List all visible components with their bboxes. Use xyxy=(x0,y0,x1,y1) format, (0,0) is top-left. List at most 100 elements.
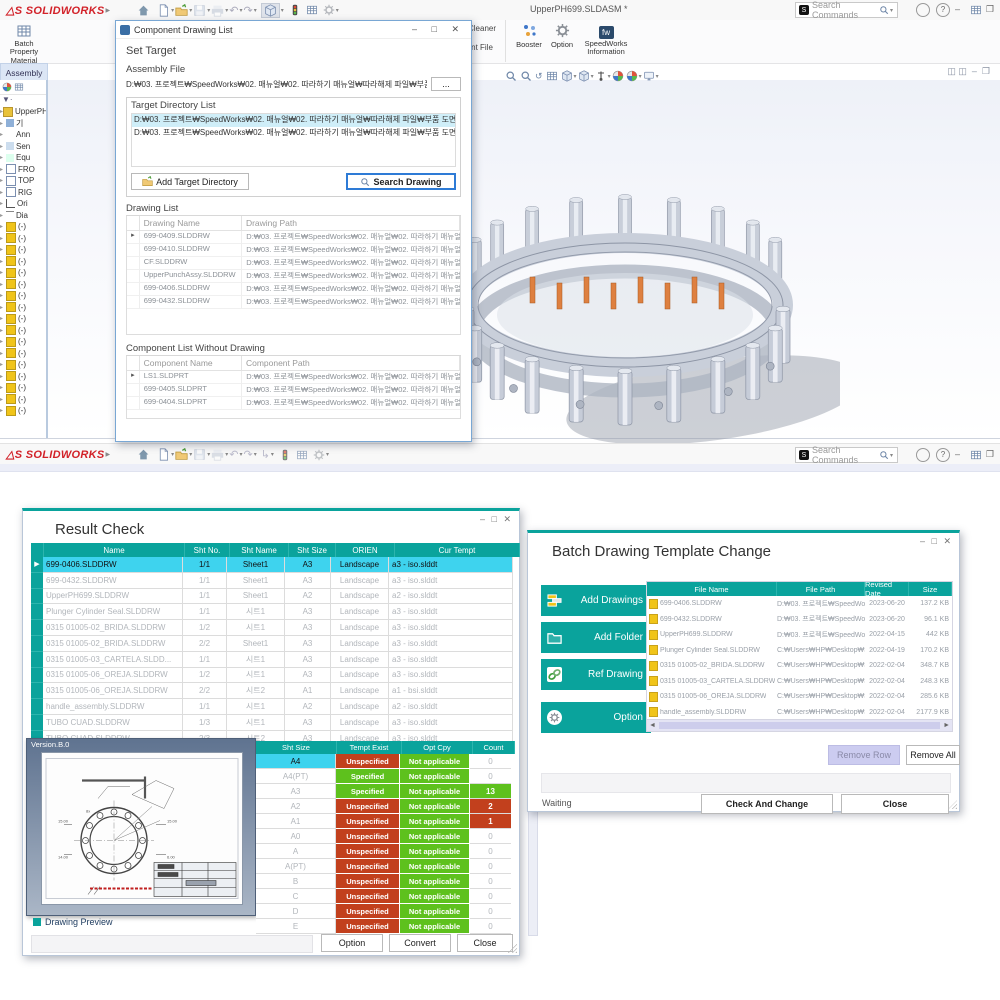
batch-file-row[interactable]: 699-0432.SLDDRWD:₩03. 프로젝트₩SpeedWorks₩02… xyxy=(647,612,952,628)
size-column-header[interactable]: Opt Cpy xyxy=(402,741,473,754)
previous-view-icon[interactable]: ↺ xyxy=(535,71,543,82)
rc-row[interactable]: UpperPH699.SLDDRW1/1Sheet1A2Landscapea2 … xyxy=(31,589,520,605)
tree-item[interactable]: ▸Sen xyxy=(0,141,46,153)
batch-file-row[interactable]: Plunger Cylinder Seal.SLDDRWC:₩Users₩HP₩… xyxy=(647,643,952,659)
batch-column-header[interactable]: Size xyxy=(909,582,952,596)
menu-expand-arrow[interactable]: ▶ xyxy=(106,7,111,14)
size-row[interactable]: AUnspecifiedNot applicable0 xyxy=(256,844,515,859)
rc-row[interactable]: 0315 01005-06_OREJA.SLDDRW1/2시트1A3Landsc… xyxy=(31,668,520,684)
tree-item[interactable]: ▸FRO xyxy=(0,164,46,176)
table-row[interactable]: UpperPunchAssy.SLDDRWD:₩03. 프로젝트₩SpeedWo… xyxy=(127,270,460,283)
mid-home-icon[interactable] xyxy=(137,448,150,461)
mid-new-document-icon[interactable] xyxy=(157,448,170,461)
table-row[interactable]: ▸699-0409.SLDDRWD:₩03. 프로젝트₩SpeedWorks₩0… xyxy=(127,231,460,244)
batch-window-controls[interactable]: – □ ✕ xyxy=(920,536,953,547)
home-icon[interactable] xyxy=(137,4,150,17)
search-dropdown-icon[interactable]: ▾ xyxy=(890,7,893,14)
window-layout-icon[interactable] xyxy=(970,4,982,16)
mid-window-layout-icon[interactable] xyxy=(970,449,982,461)
rc-column-header[interactable]: ORIEN xyxy=(336,543,395,557)
mid-select-icon[interactable]: ↳ xyxy=(261,448,270,461)
rc-row[interactable]: 0315 01005-06_OREJA.SLDDRW2/2시트2A1Landsc… xyxy=(31,683,520,699)
batch-column-header[interactable]: File Path xyxy=(777,582,865,596)
rc-row[interactable]: 0315 01005-02_BRIDA.SLDDRW2/2Sheet1A3Lan… xyxy=(31,636,520,652)
redo-icon[interactable]: ↷ xyxy=(243,4,252,17)
rc-row[interactable]: 0315 01005-03_CARTELA.SLDD...1/1시트1A3Lan… xyxy=(31,652,520,668)
size-row[interactable]: CUnspecifiedNot applicable0 xyxy=(256,889,515,904)
mid-save-icon[interactable] xyxy=(193,448,206,461)
rc-column-header[interactable]: Sht No. xyxy=(185,543,230,557)
tree-item[interactable]: ▸UpperPH xyxy=(0,106,46,118)
add-target-directory-button[interactable]: Add Target Directory xyxy=(131,173,249,190)
batch-hscrollbar[interactable]: ◄ ► xyxy=(646,719,953,732)
search-drawing-button[interactable]: Search Drawing xyxy=(346,173,456,190)
batch-file-row[interactable]: UpperPH699.SLDDRWD:₩03. 프로젝트₩SpeedWorks₩… xyxy=(647,627,952,643)
rc-row[interactable]: 699-0432.SLDDRW1/1Sheet1A3Landscapea3 - … xyxy=(31,573,520,589)
tree-filter-icon[interactable]: ▼· xyxy=(0,95,46,106)
undo-icon[interactable]: ↶ xyxy=(229,4,238,17)
tree-item[interactable]: ▸(-) xyxy=(0,279,46,291)
batch-file-row[interactable]: 0315 01005-03_CARTELA.SLDDRWC:₩Users₩HP₩… xyxy=(647,674,952,690)
mid-user-account-icon[interactable] xyxy=(916,448,930,465)
table-row[interactable]: 699-0432.SLDDRWD:₩03. 프로젝트₩SpeedWorks₩02… xyxy=(127,296,460,309)
batch-file-row[interactable]: 0315 01005-06_OREJA.SLDDRWC:₩Users₩HP₩De… xyxy=(647,689,952,705)
minimize-button[interactable]: – xyxy=(955,4,960,14)
tree-item[interactable]: ▸기 xyxy=(0,118,46,130)
speedworks-information-button[interactable]: fw SpeedWorks Information xyxy=(580,22,632,57)
tab-assembly[interactable]: Assembly xyxy=(0,63,48,81)
tree-item[interactable]: ▸(-) xyxy=(0,244,46,256)
column-header[interactable]: Drawing Name xyxy=(140,216,242,231)
tree-item[interactable]: ▸(-) xyxy=(0,325,46,337)
column-header[interactable]: Component Name xyxy=(140,356,242,371)
booster-button[interactable]: Booster xyxy=(512,22,546,49)
remove-all-button[interactable]: Remove All xyxy=(906,745,960,765)
batch-property-material-button[interactable]: Batch Property Material xyxy=(4,22,44,65)
table-row[interactable]: 699-0405.SLDPRTD:₩03. 프로젝트₩SpeedWorks₩02… xyxy=(127,384,460,397)
table-row[interactable]: ▸LS1.SLDPRTD:₩03. 프로젝트₩SpeedWorks₩02. 매뉴… xyxy=(127,371,460,384)
tree-item[interactable]: ▸(-) xyxy=(0,371,46,383)
browse-button[interactable]: ... xyxy=(431,77,461,91)
select-tool-icon[interactable] xyxy=(261,3,280,18)
mid-menu-expand-arrow[interactable]: ▶ xyxy=(106,451,111,458)
tree-item[interactable]: ▸(-) xyxy=(0,290,46,302)
table-row[interactable]: 699-0410.SLDDRWD:₩03. 프로젝트₩SpeedWorks₩02… xyxy=(127,244,460,257)
check-and-change-button[interactable]: Check And Change xyxy=(701,794,833,814)
size-row[interactable]: A0UnspecifiedNot applicable0 xyxy=(256,829,515,844)
mid-undo-icon[interactable]: ↶ xyxy=(229,448,238,461)
apply-scene-icon[interactable] xyxy=(626,70,638,82)
rebuild-traffic-light-icon[interactable] xyxy=(289,4,301,16)
tree-item[interactable]: ▸RIG xyxy=(0,187,46,199)
zoom-area-icon[interactable] xyxy=(520,70,532,82)
mid-search-icon[interactable] xyxy=(879,450,889,460)
cdl-window-controls[interactable]: – □ ✕ xyxy=(412,24,465,35)
viewport-pane-controls[interactable]: ◫ ◫ – ❐ xyxy=(947,66,990,77)
rc-row[interactable]: 0315 01005-02_BRIDA.SLDDRW1/2시트1A3Landsc… xyxy=(31,620,520,636)
save-icon[interactable] xyxy=(193,4,206,17)
size-row[interactable]: A3SpecifiedNot applicable13 xyxy=(256,784,515,799)
propertymanager-tab-icon[interactable] xyxy=(14,82,24,92)
restore-button[interactable]: ❐ xyxy=(986,4,994,15)
size-row[interactable]: A4UnspecifiedNot applicable0 xyxy=(256,754,515,769)
size-row[interactable]: A4(PT)SpecifiedNot applicable0 xyxy=(256,769,515,784)
rc-column-header[interactable]: Sht Name xyxy=(230,543,289,557)
rc-column-header[interactable]: Sht Size xyxy=(289,543,336,557)
user-account-icon[interactable] xyxy=(916,3,930,20)
tree-item[interactable]: ▸Ori xyxy=(0,198,46,210)
batch-file-row[interactable]: handle_assembly.SLDDRWC:₩Users₩HP₩Deskto… xyxy=(647,705,952,721)
open-icon[interactable] xyxy=(175,4,188,17)
size-column-header[interactable]: Tempt Exist xyxy=(337,741,402,754)
ref-drawing-button[interactable]: Ref Drawing xyxy=(541,659,651,690)
size-row[interactable]: A2UnspecifiedNot applicable2 xyxy=(256,799,515,814)
tree-item[interactable]: ▸(-) xyxy=(0,359,46,371)
size-row[interactable]: DUnspecifiedNot applicable0 xyxy=(256,904,515,919)
search-commands-input[interactable]: S Search Commands ▾ xyxy=(795,2,898,18)
size-column-header[interactable]: Count xyxy=(473,741,515,754)
column-header[interactable]: Component Path xyxy=(242,356,460,371)
mid-print-icon[interactable] xyxy=(211,448,224,461)
size-row[interactable]: A(PT)UnspecifiedNot applicable0 xyxy=(256,859,515,874)
zoom-fit-icon[interactable] xyxy=(505,70,517,82)
tree-item[interactable]: ▸(-) xyxy=(0,348,46,360)
tree-item[interactable]: ▸(-) xyxy=(0,233,46,245)
tree-item[interactable]: ▸Equ xyxy=(0,152,46,164)
featuremanager-tab-icon[interactable] xyxy=(2,82,12,92)
